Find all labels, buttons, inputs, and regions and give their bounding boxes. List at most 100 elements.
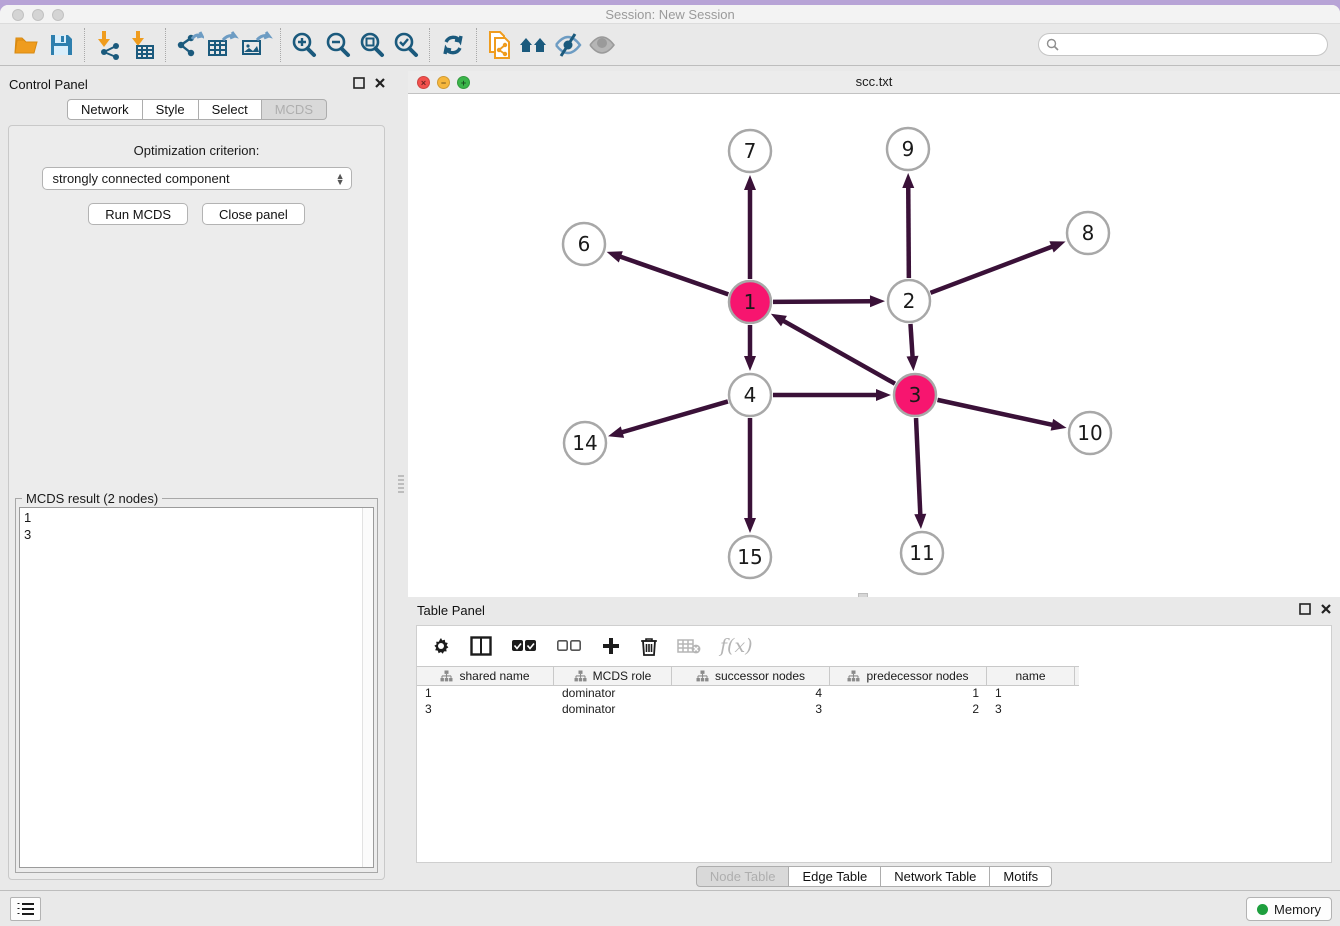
add-column-icon[interactable] [601,636,621,656]
toolbar-separator [429,28,430,62]
refresh-icon[interactable] [436,29,470,61]
column-header-predecessor-nodes[interactable]: predecessor nodes [830,667,987,685]
tab-mcds[interactable]: MCDS [262,99,327,120]
tab-network-table[interactable]: Network Table [881,866,990,887]
task-history-button[interactable] [10,897,41,921]
function-builder-icon: f(x) [720,635,753,657]
main-toolbar [0,24,1340,66]
graph-node-8[interactable]: 8 [1067,212,1109,254]
result-scrollbar[interactable] [362,508,373,867]
graph-node-14[interactable]: 14 [564,422,606,464]
close-table-panel-icon[interactable] [1320,603,1332,615]
graph-node-15[interactable]: 15 [729,536,771,578]
toolbar-separator [84,28,85,62]
close-panel-icon[interactable] [374,77,386,89]
delete-column-icon[interactable] [640,636,658,657]
export-image-icon[interactable] [240,29,274,61]
tab-edge-table[interactable]: Edge Table [789,866,881,887]
graph-node-9[interactable]: 9 [887,128,929,170]
node-label: 9 [902,137,915,161]
status-bar: Memory [0,890,1340,926]
column-header-shared-name[interactable]: shared name [417,667,554,685]
node-label: 2 [903,289,916,313]
clone-network-icon[interactable] [483,29,517,61]
network-canvas[interactable]: 7 9 6 8 1 2 4 3 14 10 15 11 [408,94,1340,597]
graph-edge-2-3[interactable] [910,324,912,357]
cell-MCDS-role: dominator [554,686,672,702]
graph-node-7[interactable]: 7 [729,130,771,172]
criterion-dropdown[interactable]: strongly connected component ▲▼ [42,167,352,190]
unselect-all-columns-icon[interactable] [556,639,582,653]
window-titlebar: Session: New Session [0,5,1340,24]
graph-edge-2-8[interactable] [931,246,1053,292]
graph-node-11[interactable]: 11 [901,532,943,574]
table-panel: Table Panel [408,597,1340,895]
search-box [1038,33,1328,56]
zoom-out-icon[interactable] [321,29,355,61]
mcds-result-group: MCDS result (2 nodes) 1 3 [15,498,378,873]
node-label: 3 [909,383,922,407]
graph-edge-1-2[interactable] [773,301,871,302]
graph-edge-3-10[interactable] [937,400,1052,425]
column-header-MCDS-role[interactable]: MCDS role [554,667,672,685]
column-type-icon [847,670,860,682]
open-folder-icon[interactable] [10,29,44,61]
graph-node-6[interactable]: 6 [563,223,605,265]
run-mcds-button[interactable]: Run MCDS [88,203,188,225]
cell-shared-name: 3 [417,702,554,718]
graph-edge-4-14[interactable] [621,401,727,432]
close-panel-button[interactable]: Close panel [202,203,305,225]
column-header-name[interactable]: name [987,667,1075,685]
export-table-icon[interactable] [206,29,240,61]
control-panel-header: Control Panel [0,71,394,97]
graph-node-10[interactable]: 10 [1069,412,1111,454]
tab-select[interactable]: Select [199,99,262,120]
node-label: 14 [572,431,597,455]
vertical-splitter-grip[interactable] [398,473,404,495]
column-type-icon [440,670,453,682]
tab-style[interactable]: Style [143,99,199,120]
network-window-title: scc.txt [408,74,1340,89]
nested-networks-icon[interactable] [517,29,551,61]
cell-successor-nodes: 4 [672,686,830,702]
float-table-panel-icon[interactable] [1299,603,1311,615]
graph-edge-1-6[interactable] [620,257,728,295]
memory-button[interactable]: Memory [1246,897,1332,921]
memory-status-icon [1257,904,1268,915]
chevron-up-down-icon: ▲▼ [336,173,345,185]
select-all-columns-icon[interactable] [511,639,537,653]
graph-edge-3-1[interactable] [783,321,895,384]
graph-edge-3-11[interactable] [916,418,920,515]
tab-motifs[interactable]: Motifs [990,866,1052,887]
table-body: 1dominator4113dominator323 [417,686,1331,718]
tab-network[interactable]: Network [67,99,143,120]
import-network-icon[interactable] [91,29,125,61]
hide-selected-icon[interactable] [551,29,585,61]
zoom-in-icon[interactable] [287,29,321,61]
graph-node-3[interactable]: 3 [894,374,936,416]
graph-node-2[interactable]: 2 [888,280,930,322]
float-panel-icon[interactable] [353,77,365,89]
column-type-icon [574,670,587,682]
graph-node-4[interactable]: 4 [729,374,771,416]
zoom-fit-icon[interactable] [355,29,389,61]
delete-table-icon [677,638,701,654]
search-input[interactable] [1059,38,1320,52]
graph-node-1[interactable]: 1 [729,281,771,323]
export-network-icon[interactable] [172,29,206,61]
table-row[interactable]: 3dominator323 [417,702,1079,718]
mcds-result-text[interactable]: 1 3 [19,507,374,868]
save-icon[interactable] [44,29,78,61]
tab-node-table[interactable]: Node Table [696,866,790,887]
gear-icon[interactable] [431,636,451,656]
split-view-icon[interactable] [470,636,492,656]
column-header-successor-nodes[interactable]: successor nodes [672,667,830,685]
graph-edge-2-9[interactable] [908,187,909,278]
table-row[interactable]: 1dominator411 [417,686,1079,702]
cell-successor-nodes: 3 [672,702,830,718]
cell-name: 3 [987,702,1075,718]
show-all-icon[interactable] [585,29,619,61]
zoom-selected-icon[interactable] [389,29,423,61]
import-table-icon[interactable] [125,29,159,61]
column-type-icon [696,670,709,682]
